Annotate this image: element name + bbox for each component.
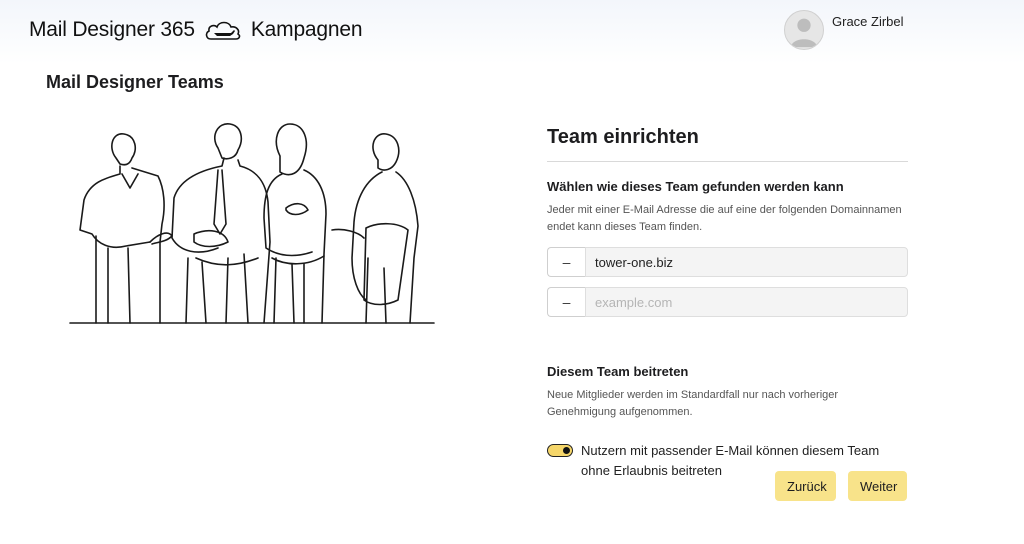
divider	[547, 161, 908, 162]
find-section-description: Jeder mit einer E-Mail Adresse die auf e…	[547, 204, 902, 233]
domain-input[interactable]	[585, 287, 908, 317]
join-section-title: Diesem Team beitreten	[547, 364, 689, 379]
user-menu[interactable]: Grace Zirbel	[784, 10, 904, 50]
domain-input[interactable]	[585, 247, 908, 277]
remove-domain-button[interactable]: –	[547, 247, 585, 277]
top-bar: Mail Designer 365 Kampagnen Grace Zirbel	[0, 0, 1024, 64]
brand-name: Mail Designer 365	[29, 18, 195, 41]
brand-logo[interactable]: Mail Designer 365 Kampagnen	[29, 17, 363, 43]
next-button[interactable]: Weiter	[848, 471, 907, 501]
user-name: Grace Zirbel	[832, 14, 904, 29]
remove-domain-button[interactable]: –	[547, 287, 585, 317]
toggle-knob	[563, 447, 570, 454]
auto-join-toggle[interactable]	[547, 444, 573, 457]
avatar[interactable]	[784, 10, 824, 50]
panel-title: Team einrichten	[547, 126, 699, 148]
user-avatar-icon	[790, 18, 818, 48]
product-name: Kampagnen	[250, 18, 363, 41]
domain-row: –	[547, 287, 908, 317]
join-section-description: Neue Mitglieder werden im Standardfall n…	[547, 389, 839, 418]
team-setup-panel: Team einrichten Wählen wie dieses Team g…	[547, 126, 908, 481]
back-button[interactable]: Zurück	[775, 471, 836, 501]
find-section-title: Wählen wie dieses Team gefunden werden k…	[547, 179, 844, 194]
cloud-airplane-icon	[203, 17, 243, 43]
domain-row: –	[547, 247, 908, 277]
page-title: Mail Designer Teams	[46, 72, 224, 92]
navigation-buttons: Zurück Weiter	[775, 471, 907, 501]
team-illustration	[68, 118, 438, 328]
